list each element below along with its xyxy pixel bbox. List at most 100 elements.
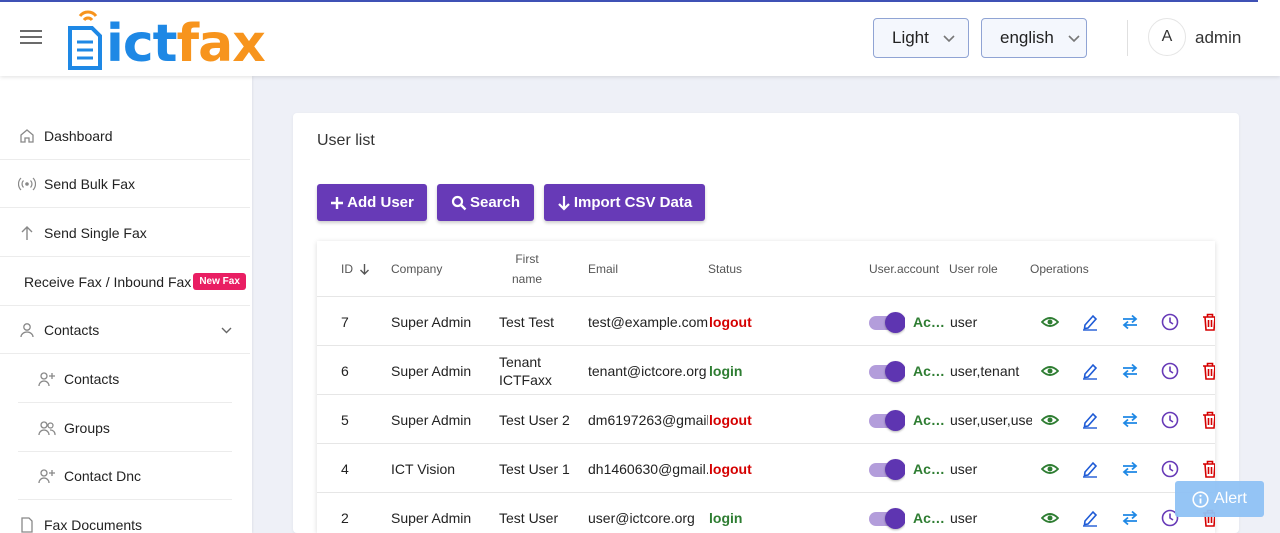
transfer-arrows-icon[interactable] <box>1118 493 1142 533</box>
home-icon <box>17 128 37 144</box>
sidebar-item-receive-fax[interactable]: Receive Fax / Inbound Fax New Fax <box>0 258 250 306</box>
column-header-email[interactable]: Email <box>588 241 618 297</box>
language-select[interactable]: english <box>981 18 1087 58</box>
username[interactable]: admin <box>1195 28 1241 48</box>
view-eye-icon[interactable] <box>1038 493 1062 533</box>
avatar[interactable]: A <box>1148 18 1186 56</box>
account-status-text: Active <box>913 509 949 526</box>
sidebar-item-fax-documents[interactable]: Fax Documents <box>0 501 250 533</box>
import-csv-label: Import CSV Data <box>573 194 693 211</box>
cell-id: 7 <box>341 313 349 330</box>
sidebar-item-send-single-fax[interactable]: Send Single Fax <box>0 209 250 257</box>
cell-role: user <box>950 509 978 526</box>
view-eye-icon[interactable] <box>1038 395 1062 444</box>
alert-label: Alert <box>1214 490 1247 507</box>
alert-button[interactable]: Alert <box>1175 481 1264 517</box>
table-row[interactable]: 4 ICT Vision Test User 1 dh1460630@gmail… <box>317 444 1215 493</box>
cell-email: dm6197263@gmail.com <box>588 411 708 428</box>
sidebar-item-contacts-group[interactable]: Contacts <box>0 306 250 354</box>
sidebar-item-send-bulk-fax[interactable]: Send Bulk Fax <box>0 160 250 208</box>
table-header: ID Company First name Email Status User.… <box>317 241 1215 297</box>
cell-company: Super Admin <box>391 313 472 330</box>
account-toggle[interactable] <box>869 395 905 444</box>
edit-pencil-icon[interactable] <box>1078 297 1102 346</box>
top-header: ictfax Light english A admin <box>0 0 1280 76</box>
view-eye-icon[interactable] <box>1038 346 1062 395</box>
broadcast-icon <box>17 177 37 191</box>
cell-id: 6 <box>341 362 349 379</box>
transfer-arrows-icon[interactable] <box>1118 395 1142 444</box>
person-add-icon <box>37 371 57 387</box>
logo-text-fax: fax <box>176 14 266 74</box>
chevron-down-icon <box>943 30 955 46</box>
cell-role: user,user,user <box>950 411 1032 428</box>
delete-trash-icon[interactable] <box>1198 346 1215 395</box>
table-row[interactable]: 2 Super Admin Test User user@ictcore.org… <box>317 493 1215 533</box>
sidebar-item-dashboard[interactable]: Dashboard <box>0 112 250 160</box>
transfer-arrows-icon[interactable] <box>1118 297 1142 346</box>
edit-pencil-icon[interactable] <box>1078 346 1102 395</box>
import-csv-button[interactable]: Import CSV Data <box>544 184 705 221</box>
cell-company: Super Admin <box>391 362 472 379</box>
hamburger-menu-button[interactable] <box>20 26 48 50</box>
view-eye-icon[interactable] <box>1038 444 1062 493</box>
sidebar-item-label: Send Single Fax <box>44 224 147 241</box>
table-row[interactable]: 7 Super Admin Test Test test@example.com… <box>317 297 1215 346</box>
language-select-value: english <box>1000 28 1054 47</box>
page-title: User list <box>317 132 375 149</box>
cell-first-name: Test User 1 <box>499 460 570 477</box>
edit-pencil-icon[interactable] <box>1078 444 1102 493</box>
theme-select[interactable]: Light <box>873 18 969 58</box>
status-badge: logout <box>709 411 752 428</box>
transfer-arrows-icon[interactable] <box>1118 444 1142 493</box>
view-eye-icon[interactable] <box>1038 297 1062 346</box>
sidebar-item-label: Receive Fax / Inbound Fax <box>24 273 192 290</box>
avatar-letter: A <box>1161 28 1173 45</box>
column-header-id[interactable]: ID <box>341 241 370 297</box>
sidebar-item-contacts[interactable]: Contacts <box>18 355 232 403</box>
column-header-id-label: ID <box>341 262 353 276</box>
ictfax-logo[interactable]: ictfax <box>66 6 266 70</box>
delete-trash-icon[interactable] <box>1198 395 1215 444</box>
user-list-card: User list Add User Search Import CSV Dat… <box>293 113 1239 533</box>
history-clock-icon[interactable] <box>1158 297 1182 346</box>
table-row[interactable]: 5 Super Admin Test User 2 dm6197263@gmai… <box>317 395 1215 444</box>
column-header-company[interactable]: Company <box>391 241 442 297</box>
sidebar-item-groups[interactable]: Groups <box>18 404 232 452</box>
column-header-role[interactable]: User role <box>949 241 998 297</box>
column-header-first-name[interactable]: First name <box>509 241 545 297</box>
arrow-down-icon <box>558 195 570 211</box>
account-status-text: Active <box>913 460 949 477</box>
chevron-down-icon <box>221 322 232 337</box>
theme-select-value: Light <box>892 28 929 47</box>
add-user-button[interactable]: Add User <box>317 184 427 221</box>
edit-pencil-icon[interactable] <box>1078 493 1102 533</box>
delete-trash-icon[interactable] <box>1198 297 1215 346</box>
search-label: Search <box>469 194 521 211</box>
sidebar-item-contact-dnc[interactable]: Contact Dnc <box>18 452 232 500</box>
column-header-operations: Operations <box>1030 262 1089 276</box>
table-row[interactable]: 6 Super Admin Tenant ICTFaxx tenant@ictc… <box>317 346 1215 395</box>
column-header-status[interactable]: Status <box>708 241 742 297</box>
account-status-text: Active <box>913 362 949 379</box>
sort-arrow-down-icon <box>360 264 369 275</box>
sidebar-item-label: Fax Documents <box>44 517 143 533</box>
transfer-arrows-icon[interactable] <box>1118 346 1142 395</box>
add-user-label: Add User <box>347 194 414 211</box>
account-toggle[interactable] <box>869 493 905 533</box>
status-badge: logout <box>709 460 752 477</box>
account-toggle[interactable] <box>869 346 905 395</box>
edit-pencil-icon[interactable] <box>1078 395 1102 444</box>
account-toggle[interactable] <box>869 297 905 346</box>
history-clock-icon[interactable] <box>1158 346 1182 395</box>
column-header-account[interactable]: User.account <box>869 241 939 297</box>
new-fax-badge: New Fax <box>193 273 246 290</box>
sidebar-item-label: Contacts <box>44 321 100 338</box>
cell-email: tenant@ictcore.org <box>588 362 707 379</box>
person-icon <box>17 322 37 338</box>
history-clock-icon[interactable] <box>1158 395 1182 444</box>
cell-role: user <box>950 313 978 330</box>
account-toggle[interactable] <box>869 444 905 493</box>
arrow-up-icon <box>17 225 37 241</box>
search-button[interactable]: Search <box>437 184 534 221</box>
